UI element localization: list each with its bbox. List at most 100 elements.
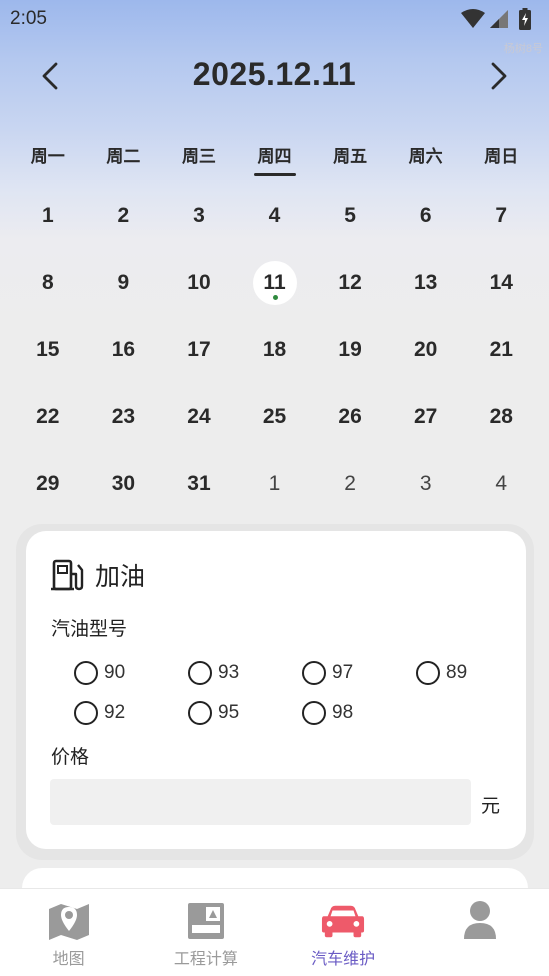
refuel-card-title: 加油 bbox=[95, 563, 146, 591]
calendar-day[interactable]: 16 bbox=[86, 316, 162, 383]
tab-car-maintenance-label: 汽车维护 bbox=[311, 951, 376, 968]
calendar-day-number: 7 bbox=[495, 203, 508, 227]
calendar-day[interactable]: 3 bbox=[388, 450, 464, 517]
calendar-day[interactable]: 29 bbox=[10, 450, 86, 517]
calendar-day-number: 2 bbox=[344, 471, 356, 495]
car-icon bbox=[321, 899, 365, 943]
calendar-day[interactable]: 30 bbox=[86, 450, 162, 517]
fuel-type-radio-label: 95 bbox=[218, 702, 240, 723]
calendar-day[interactable]: 28 bbox=[463, 383, 539, 450]
calendar-day-number: 25 bbox=[262, 404, 287, 428]
calendar-day-number: 13 bbox=[414, 270, 438, 294]
fuel-type-radio-option[interactable]: 97 bbox=[302, 661, 416, 685]
fuel-type-radio-option[interactable]: 93 bbox=[188, 661, 302, 685]
tab-map[interactable]: 地图 bbox=[0, 889, 137, 976]
calendar-day[interactable]: 5 bbox=[312, 182, 388, 249]
chevron-right-icon bbox=[491, 62, 507, 90]
calendar-week-row: 22 23 24 25 26 27 28 bbox=[10, 383, 539, 450]
calendar-day-number: 4 bbox=[268, 203, 281, 227]
price-input[interactable] bbox=[50, 779, 471, 825]
calendar-day-number: 2 bbox=[117, 203, 130, 227]
calendar-day[interactable]: 22 bbox=[10, 383, 86, 450]
calendar-day-number: 9 bbox=[117, 270, 130, 294]
calendar-day[interactable]: 1 bbox=[10, 182, 86, 249]
weekday-label: 周三 bbox=[181, 147, 216, 166]
calendar-day-number: 8 bbox=[41, 270, 54, 294]
tab-car-maintenance[interactable]: 汽车维护 bbox=[275, 889, 412, 976]
calendar-day[interactable]: 27 bbox=[388, 383, 464, 450]
calendar-day[interactable]: 24 bbox=[161, 383, 237, 450]
calendar-day-number: 4 bbox=[495, 471, 508, 495]
profile-icon bbox=[458, 899, 502, 943]
calendar-day-number: 22 bbox=[36, 404, 60, 428]
next-month-button[interactable] bbox=[479, 56, 519, 96]
calendar-day[interactable]: 8 bbox=[10, 249, 86, 316]
tab-engineering-calc[interactable]: 工程计算 bbox=[137, 889, 274, 976]
fuel-type-radio-option[interactable]: 92 bbox=[74, 701, 188, 725]
tab-map-label: 地图 bbox=[52, 951, 85, 968]
fuel-type-radio-label: 97 bbox=[332, 662, 354, 683]
calendar-day-number: 28 bbox=[489, 404, 513, 428]
calendar-day[interactable]: 25 bbox=[237, 383, 313, 450]
calendar-day[interactable]: 21 bbox=[463, 316, 539, 383]
calendar-day[interactable]: 17 bbox=[161, 316, 237, 383]
calendar-day-number: 23 bbox=[111, 404, 136, 428]
fuel-type-radio-option[interactable]: 98 bbox=[302, 701, 416, 725]
calendar-day-number: 16 bbox=[111, 337, 136, 361]
calendar-day[interactable]: 9 bbox=[86, 249, 162, 316]
calendar-day-number: 24 bbox=[187, 404, 211, 428]
fuel-type-radio-option[interactable]: 89 bbox=[416, 661, 530, 685]
calendar-day[interactable]: 12 bbox=[312, 249, 388, 316]
price-unit: 元 bbox=[481, 796, 501, 817]
calendar-day[interactable]: 26 bbox=[312, 383, 388, 450]
calendar-day-number: 1 bbox=[41, 203, 54, 227]
calendar-day-number: 20 bbox=[414, 337, 438, 361]
calendar-day[interactable]: 20 bbox=[388, 316, 464, 383]
calendar-day[interactable]: 13 bbox=[388, 249, 464, 316]
calendar-week-row: 1 2 3 4 5 6 7 bbox=[10, 182, 539, 249]
calendar-day[interactable]: 6 bbox=[388, 182, 464, 249]
fuel-type-radio-row: 92 95 98 bbox=[74, 693, 534, 733]
radio-circle-icon bbox=[302, 701, 326, 725]
calendar-day-number: 1 bbox=[268, 471, 281, 495]
calendar-day[interactable]: 4 bbox=[463, 450, 539, 517]
weekday-label: 周日 bbox=[484, 147, 519, 166]
calendar-day[interactable]: 1 bbox=[237, 450, 313, 517]
calendar-week-row: 8 9 10 11 12 13 14 bbox=[10, 249, 539, 316]
calendar-day[interactable]: 23 bbox=[86, 383, 162, 450]
calendar-day-number: 15 bbox=[36, 337, 60, 361]
radio-circle-icon bbox=[74, 661, 98, 685]
calendar-day-number: 21 bbox=[489, 337, 513, 361]
refuel-card: 加油 汽油型号 90 93 97 89 92 95 98 价格 元 bbox=[26, 531, 526, 849]
calendar-header: 2025.12.11 bbox=[0, 52, 549, 96]
calendar-day[interactable]: 2 bbox=[86, 182, 162, 249]
status-bar: 2:05 bbox=[0, 0, 549, 38]
calendar-day[interactable]: 31 bbox=[161, 450, 237, 517]
calendar-day[interactable]: 14 bbox=[463, 249, 539, 316]
calendar-day-number: 31 bbox=[187, 471, 211, 495]
calendar-day-number: 12 bbox=[338, 270, 362, 294]
tab-profile[interactable] bbox=[412, 889, 549, 976]
calendar-day[interactable]: 10 bbox=[161, 249, 237, 316]
calendar-day[interactable]: 15 bbox=[10, 316, 86, 383]
fuel-type-radio-option[interactable]: 95 bbox=[188, 701, 302, 725]
tab-engineering-calc-label: 工程计算 bbox=[173, 951, 238, 968]
fuel-type-radio-group: 90 93 97 89 92 95 98 bbox=[74, 653, 534, 733]
calendar-day-number: 19 bbox=[338, 337, 362, 361]
calendar-day[interactable]: 3 bbox=[161, 182, 237, 249]
fuel-type-radio-option[interactable]: 90 bbox=[74, 661, 188, 685]
calendar-week-row: 29 30 31 1 2 3 4 bbox=[10, 450, 539, 517]
calendar-day-selected[interactable]: 11 bbox=[237, 249, 313, 316]
status-time: 2:05 bbox=[10, 8, 47, 29]
calendar-day[interactable]: 2 bbox=[312, 450, 388, 517]
radio-circle-icon bbox=[188, 661, 212, 685]
calendar-day[interactable]: 18 bbox=[237, 316, 313, 383]
calendar-day-number: 5 bbox=[344, 203, 356, 227]
calendar-day[interactable]: 4 bbox=[237, 182, 313, 249]
calendar-day[interactable]: 19 bbox=[312, 316, 388, 383]
calendar-day-number: 26 bbox=[338, 404, 362, 428]
battery-icon bbox=[519, 8, 531, 30]
calendar-date-title: 2025.12.11 bbox=[192, 56, 357, 92]
status-icons bbox=[461, 8, 541, 30]
calendar-day[interactable]: 7 bbox=[463, 182, 539, 249]
